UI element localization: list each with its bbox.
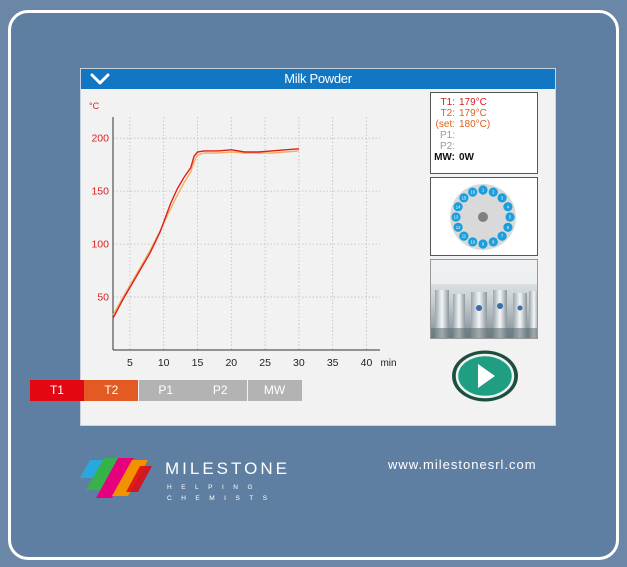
series-line-t2: [112, 150, 299, 316]
readout-mw: MW: 0W: [431, 152, 537, 163]
y-axis-label: °C: [89, 101, 100, 111]
rotor-carousel[interactable]: 1 2 3 4 5 6 7 8 9 10 11 12 13 14 15 16: [430, 177, 538, 256]
x-tick-label: 35: [327, 357, 339, 369]
readout-setpoint-label: (set:: [435, 119, 455, 130]
series-line-t1: [112, 148, 299, 319]
legend-item-p1[interactable]: P1: [138, 380, 193, 401]
readout-t1-label: T1:: [440, 97, 455, 108]
readout-p2-label: P2:: [439, 141, 455, 152]
title-bar: Milk Powder: [81, 69, 555, 89]
x-tick-label: 30: [293, 357, 305, 369]
readout-p1-label: P1:: [439, 130, 455, 141]
readout-setpoint-value: 180°C): [459, 119, 491, 130]
legend-item-p2[interactable]: P2: [193, 380, 248, 401]
readout-mw-label: MW:: [434, 152, 455, 163]
vessel-camera-image: [430, 259, 538, 339]
vessel-label: 10: [470, 240, 475, 245]
milestone-logo: [80, 456, 152, 500]
start-run-button[interactable]: [451, 350, 519, 402]
series-legend: T1 T2 P1 P2 MW: [30, 380, 302, 401]
vessel-label: 14: [456, 204, 461, 209]
readout-t1: T1: 179°C: [431, 97, 537, 108]
brand-tagline-line2: CHEMISTS: [167, 495, 277, 502]
x-tick-label: 10: [158, 357, 170, 369]
readout-t2-value: 179°C: [459, 108, 487, 119]
readout-t1-value: 179°C: [459, 97, 487, 108]
vessel-label: 16: [470, 190, 475, 195]
x-tick-label: 5: [127, 357, 133, 369]
y-tick-label: 100: [91, 239, 109, 251]
readout-panel: T1: 179°C T2: 179°C (set: 180°C) P1: P2:…: [430, 92, 538, 174]
legend-item-t2[interactable]: T2: [84, 380, 139, 401]
vessel-label: 15: [462, 196, 467, 201]
chevron-down-icon[interactable]: [89, 71, 111, 87]
rotor-diagram: 1 2345678910111213141516: [450, 184, 516, 250]
play-icon: [452, 350, 518, 402]
brand-tagline-line1: HELPING: [167, 484, 263, 491]
readout-mw-value: 0W: [459, 152, 474, 163]
x-tick-label: 15: [192, 357, 204, 369]
readout-setpoint: (set: 180°C): [431, 119, 537, 130]
x-tick-label: 20: [225, 357, 237, 369]
legend-item-mw[interactable]: MW: [247, 380, 302, 401]
y-tick-label: 200: [91, 133, 109, 145]
readout-p2: P2:: [431, 141, 537, 152]
brand-name: MILESTONE: [165, 459, 290, 478]
readout-p1: P1:: [431, 130, 537, 141]
x-tick-label: 40: [361, 357, 373, 369]
x-tick-label: 25: [259, 357, 271, 369]
website-link[interactable]: www.milestonesrl.com: [388, 457, 537, 472]
y-tick-label: 150: [91, 186, 109, 198]
rotor-hub: [478, 212, 488, 222]
y-tick-label: 50: [97, 292, 109, 304]
vessel-label: 11: [462, 234, 467, 239]
page-title: Milk Powder: [284, 71, 352, 86]
brand-tagline: HELPING CHEMISTS: [167, 482, 307, 504]
temperature-chart: 5 10 15 20 25 30 35 40 50 100 150 200 °C min: [89, 101, 397, 369]
x-axis-label: min: [380, 358, 396, 369]
legend-item-t1[interactable]: T1: [30, 380, 84, 401]
vessel-label: 12: [456, 225, 461, 230]
readout-t2: T2: 179°C: [431, 108, 537, 119]
vessel-label: 13: [454, 215, 459, 220]
readout-t2-label: T2:: [440, 108, 455, 119]
